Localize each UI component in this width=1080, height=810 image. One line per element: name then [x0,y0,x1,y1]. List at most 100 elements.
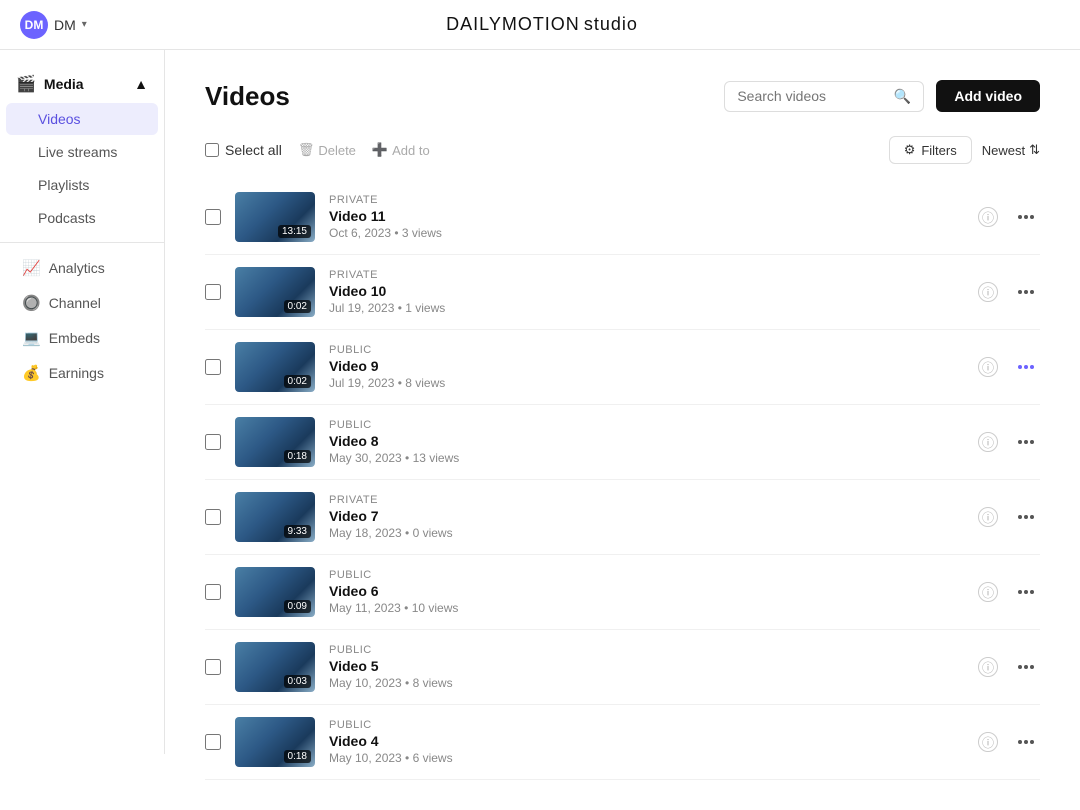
select-all-wrap[interactable]: Select all [205,142,282,158]
sidebar-item-podcasts[interactable]: Podcasts [6,202,158,234]
media-section[interactable]: 🎬 Media ▲ [0,66,164,102]
table-row: 13:15 PRIVATE Video 11 Oct 6, 2023 • 3 v… [205,180,1040,255]
info-icon[interactable]: ⓘ [978,657,998,677]
dot-2 [1024,665,1028,669]
info-icon[interactable]: ⓘ [978,282,998,302]
more-options-button[interactable] [1012,661,1040,673]
select-all-label: Select all [225,142,282,158]
video-meta: May 18, 2023 • 0 views [329,526,964,540]
row-checkbox[interactable] [205,434,221,450]
info-icon[interactable]: ⓘ [978,207,998,227]
more-options-button[interactable] [1012,511,1040,523]
dot-1 [1018,365,1022,369]
sidebar-divider [0,242,164,243]
video-title: Video 11 [329,208,964,224]
video-meta: May 30, 2023 • 13 views [329,451,964,465]
more-options-button[interactable] [1012,211,1040,223]
user-menu[interactable]: DM DM ▾ [20,11,87,39]
video-title: Video 7 [329,508,964,524]
more-options-button[interactable] [1012,361,1040,373]
dot-1 [1018,740,1022,744]
video-info: PRIVATE Video 10 Jul 19, 2023 • 1 views [329,269,964,315]
more-options-button[interactable] [1012,586,1040,598]
row-checkbox[interactable] [205,359,221,375]
video-meta: May 11, 2023 • 10 views [329,601,964,615]
row-checkbox[interactable] [205,584,221,600]
video-thumbnail[interactable]: 0:18 [235,417,315,467]
sidebar-item-live-streams[interactable]: Live streams [6,136,158,168]
row-checkbox[interactable] [205,734,221,750]
video-title: Video 6 [329,583,964,599]
sort-button[interactable]: Newest ⇅ [982,142,1040,158]
video-duration: 0:18 [284,750,311,763]
search-icon: 🔍 [894,88,911,105]
row-checkbox[interactable] [205,659,221,675]
video-visibility: PUBLIC [329,719,964,731]
video-thumbnail[interactable]: 0:02 [235,267,315,317]
info-icon[interactable]: ⓘ [978,507,998,527]
dot-1 [1018,590,1022,594]
info-icon[interactable]: ⓘ [978,582,998,602]
dot-3 [1030,440,1034,444]
more-options-button[interactable] [1012,736,1040,748]
video-visibility: PRIVATE [329,269,964,281]
row-checkbox[interactable] [205,509,221,525]
add-to-button[interactable]: ➕ Add to [372,142,430,158]
toolbar: Select all 🗑 Delete ➕ Add to ⚙ Filters N… [205,136,1040,164]
video-meta: Jul 19, 2023 • 8 views [329,376,964,390]
sidebar-item-videos[interactable]: Videos [6,103,158,135]
info-icon[interactable]: ⓘ [978,732,998,752]
more-options-button[interactable] [1012,436,1040,448]
video-thumbnail[interactable]: 0:02 [235,342,315,392]
sidebar-item-channel[interactable]: 🔘 Channel [6,286,158,320]
dot-3 [1030,515,1034,519]
dot-1 [1018,290,1022,294]
table-row: 0:02 PUBLIC Video 9 Jul 19, 2023 • 8 vie… [205,330,1040,405]
page-title: Videos [205,81,290,112]
row-checkbox[interactable] [205,209,221,225]
video-info: PUBLIC Video 4 May 10, 2023 • 6 views [329,719,964,765]
video-thumbnail[interactable]: 0:18 [235,717,315,767]
info-icon[interactable]: ⓘ [978,432,998,452]
video-duration: 0:02 [284,375,311,388]
video-visibility: PRIVATE [329,494,964,506]
row-checkbox[interactable] [205,284,221,300]
logo: DAILYMOTIONstudio [442,14,638,35]
video-meta: Oct 6, 2023 • 3 views [329,226,964,240]
video-info: PRIVATE Video 11 Oct 6, 2023 • 3 views [329,194,964,240]
dot-1 [1018,665,1022,669]
video-meta: May 10, 2023 • 6 views [329,751,964,765]
dot-1 [1018,440,1022,444]
video-duration: 0:18 [284,450,311,463]
more-options-button[interactable] [1012,286,1040,298]
video-thumbnail[interactable]: 0:03 [235,642,315,692]
page-header: Videos 🔍 Add video [205,80,1040,112]
earnings-icon: 💰 [22,364,41,382]
filters-icon: ⚙ [904,142,916,158]
sidebar-item-earnings[interactable]: 💰 Earnings [6,356,158,390]
select-all-checkbox[interactable] [205,143,219,157]
video-list: 13:15 PRIVATE Video 11 Oct 6, 2023 • 3 v… [205,180,1040,780]
video-thumbnail[interactable]: 13:15 [235,192,315,242]
table-row: 0:03 PUBLIC Video 5 May 10, 2023 • 8 vie… [205,630,1040,705]
add-video-button[interactable]: Add video [936,80,1040,112]
sort-icon: ⇅ [1029,142,1040,158]
info-icon[interactable]: ⓘ [978,357,998,377]
dot-2 [1024,590,1028,594]
dot-1 [1018,515,1022,519]
video-duration: 13:15 [278,225,311,238]
search-input[interactable] [737,88,886,104]
media-icon: 🎬 [16,74,36,94]
video-thumbnail[interactable]: 9:33 [235,492,315,542]
dot-1 [1018,215,1022,219]
analytics-icon: 📈 [22,259,41,277]
dot-3 [1030,590,1034,594]
dot-3 [1030,290,1034,294]
video-title: Video 8 [329,433,964,449]
sidebar-item-playlists[interactable]: Playlists [6,169,158,201]
sidebar-item-analytics[interactable]: 📈 Analytics [6,251,158,285]
filters-button[interactable]: ⚙ Filters [889,136,972,164]
delete-button[interactable]: 🗑 Delete [298,142,356,158]
video-thumbnail[interactable]: 0:09 [235,567,315,617]
sidebar-item-embeds[interactable]: 💻 Embeds [6,321,158,355]
